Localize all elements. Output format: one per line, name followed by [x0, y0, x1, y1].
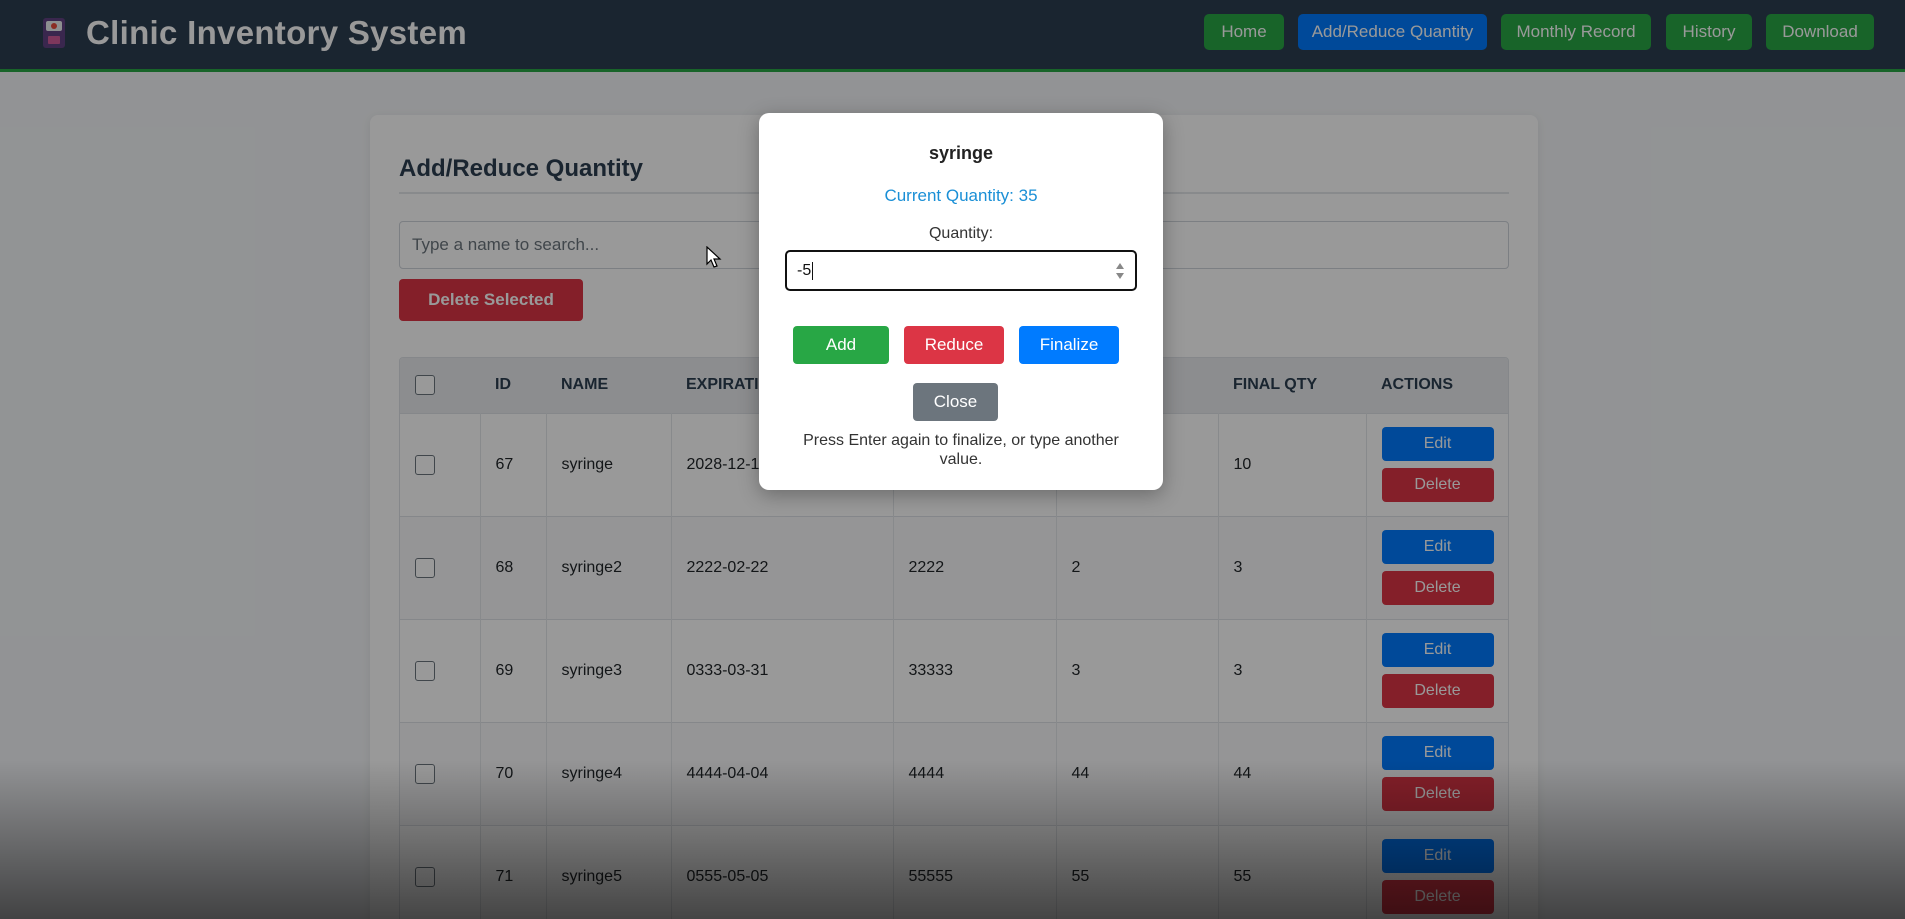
text-caret — [812, 261, 814, 280]
quantity-input-value: -5 — [797, 261, 812, 279]
quantity-input[interactable]: -5 — [785, 250, 1137, 291]
quantity-label: Quantity: — [928, 225, 994, 242]
close-button[interactable]: Close — [913, 383, 998, 421]
bottom-shadow-fade — [0, 760, 1905, 919]
modal-item-name: syringe — [928, 143, 994, 163]
current-quantity: Current Quantity: 35 — [884, 186, 1038, 205]
add-button[interactable]: Add — [793, 326, 889, 364]
mouse-pointer-icon — [706, 246, 722, 268]
quantity-modal: syringe Current Quantity: 35 Quantity: -… — [759, 113, 1163, 490]
number-spinner-icon[interactable] — [1115, 260, 1125, 282]
reduce-button[interactable]: Reduce — [904, 326, 1004, 364]
finalize-button[interactable]: Finalize — [1019, 326, 1119, 364]
modal-hint: Press Enter again to finalize, or type a… — [803, 432, 1119, 468]
